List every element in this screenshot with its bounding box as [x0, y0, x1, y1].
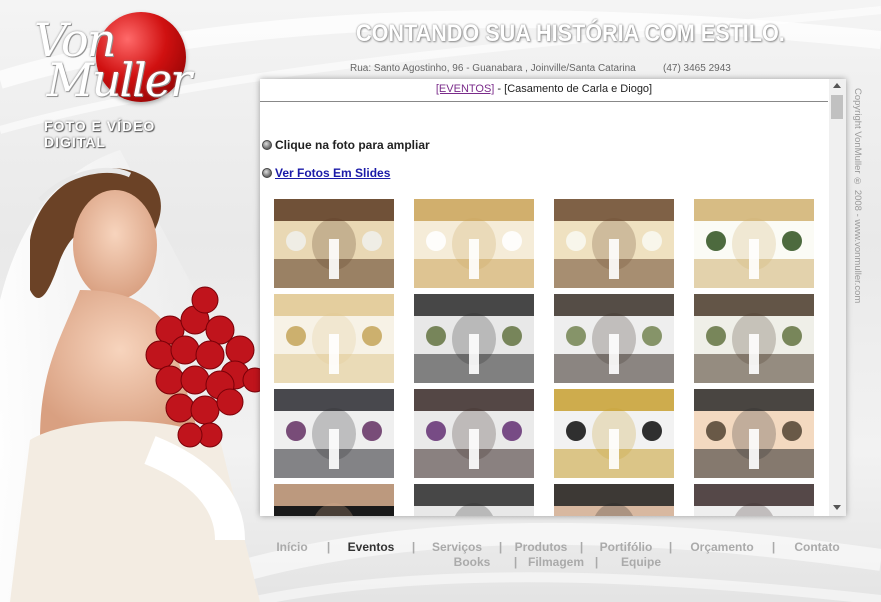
- breadcrumb-eventos-link[interactable]: [EVENTOS]: [436, 83, 494, 95]
- thumbnail-image: [414, 199, 534, 288]
- thumbnail-image: [414, 484, 534, 516]
- nav-separator: |: [498, 540, 503, 554]
- nav-row-1: Início | Eventos | Serviços | Produtos | Portifó…: [268, 540, 853, 554]
- nav-separator: |: [411, 540, 416, 554]
- thumbnail-image: [694, 199, 814, 288]
- logo-script-text: Von Muller: [34, 13, 192, 107]
- photo-thumbnail[interactable]: [414, 484, 534, 516]
- scrollbar[interactable]: [829, 79, 846, 516]
- nav-separator: |: [326, 540, 331, 554]
- content-frame[interactable]: [EVENTOS] - [Casamento de Carla e Diogo]…: [260, 79, 846, 516]
- nav-row-2: Books | Filmagem | Equipe: [268, 555, 853, 569]
- nav-item[interactable]: Filmagem: [528, 555, 584, 569]
- hint-text: Clique na foto para ampliar: [275, 138, 430, 152]
- nav-separator: |: [668, 540, 673, 554]
- photo-thumbnail[interactable]: [274, 484, 394, 516]
- nav-item[interactable]: Equipe: [609, 555, 673, 569]
- slides-line: Ver Fotos Em Slides: [262, 166, 390, 180]
- thumbnail-image: [274, 484, 394, 516]
- breadcrumb-separator: -: [494, 83, 505, 95]
- photo-grid: [274, 199, 814, 516]
- thumbnail-image: [414, 389, 534, 478]
- scroll-up-icon[interactable]: [833, 83, 841, 88]
- photo-thumbnail[interactable]: [554, 294, 674, 383]
- photo-thumbnail[interactable]: [274, 389, 394, 478]
- photo-thumbnail[interactable]: [554, 484, 674, 516]
- breadcrumb-current: [Casamento de Carla e Diogo]: [504, 83, 653, 95]
- thumbnail-image: [274, 294, 394, 383]
- photo-thumbnail[interactable]: [554, 199, 674, 288]
- thumbnail-image: [554, 484, 674, 516]
- thumbnail-image: [274, 199, 394, 288]
- bullet-icon: [262, 140, 272, 150]
- photo-thumbnail[interactable]: [274, 199, 394, 288]
- hint-line: Clique na foto para ampliar: [262, 138, 430, 152]
- photo-thumbnail[interactable]: [694, 199, 814, 288]
- brand-logo[interactable]: Von Muller FOTO E VÍDEO DIGITAL: [30, 8, 220, 150]
- thumbnail-image: [554, 199, 674, 288]
- thumbnail-image: [694, 294, 814, 383]
- nav-item[interactable]: Serviços: [426, 540, 488, 554]
- photo-thumbnail[interactable]: [694, 484, 814, 516]
- nav-item[interactable]: Produtos: [513, 540, 569, 554]
- nav-item[interactable]: Books: [441, 555, 503, 569]
- phone-text: (47) 3465 2943: [663, 63, 731, 74]
- nav-separator: |: [594, 555, 599, 569]
- nav-separator: |: [771, 540, 776, 554]
- photo-thumbnail[interactable]: [694, 389, 814, 478]
- photo-thumbnail[interactable]: [414, 294, 534, 383]
- photo-thumbnail[interactable]: [274, 294, 394, 383]
- nav-separator: |: [513, 555, 518, 569]
- nav-item[interactable]: Início: [268, 540, 316, 554]
- view-slides-link[interactable]: Ver Fotos Em Slides: [275, 166, 390, 180]
- bride-photo: [0, 150, 268, 602]
- scroll-down-icon[interactable]: [833, 505, 841, 510]
- breadcrumb: [EVENTOS] - [Casamento de Carla e Diogo]: [260, 79, 828, 102]
- nav-item[interactable]: Eventos: [341, 540, 401, 554]
- main-nav: Início | Eventos | Serviços | Produtos | Portifó…: [268, 540, 853, 569]
- site-tagline: CONTANDO SUA HISTÓRIA COM ESTILO.: [356, 20, 785, 47]
- photo-thumbnail[interactable]: [554, 389, 674, 478]
- thumbnail-image: [694, 484, 814, 516]
- bullet-icon: [262, 168, 272, 178]
- thumbnail-image: [414, 294, 534, 383]
- thumbnail-image: [554, 294, 674, 383]
- photo-thumbnail[interactable]: [414, 199, 534, 288]
- thumbnail-image: [554, 389, 674, 478]
- nav-separator: |: [579, 540, 584, 554]
- thumbnail-image: [274, 389, 394, 478]
- nav-item[interactable]: Orçamento: [683, 540, 761, 554]
- copyright-text: Copyright VonMuller ® 2008 - www.vonmull…: [852, 88, 863, 304]
- photo-thumbnail[interactable]: [694, 294, 814, 383]
- photo-thumbnail[interactable]: [414, 389, 534, 478]
- thumbnail-image: [694, 389, 814, 478]
- address-text: Rua: Santo Agostinho, 96 - Guanabara , J…: [350, 63, 636, 74]
- scroll-thumb[interactable]: [831, 95, 843, 119]
- nav-item[interactable]: Contato: [786, 540, 848, 554]
- nav-item[interactable]: Portifólio: [594, 540, 658, 554]
